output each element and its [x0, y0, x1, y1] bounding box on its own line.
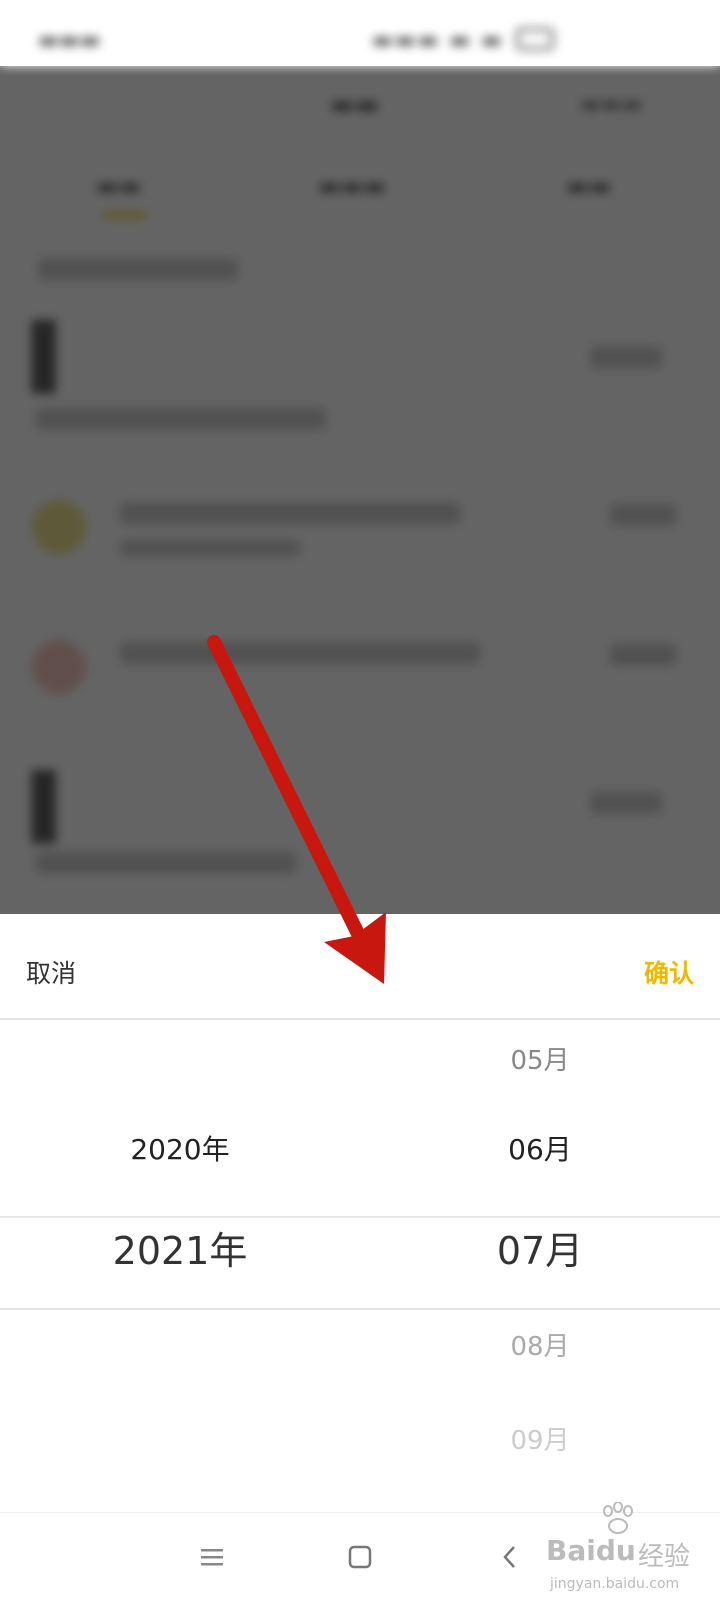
home-icon[interactable] — [338, 1535, 382, 1579]
month-option-selected[interactable]: 07月 — [360, 1220, 720, 1275]
year-option[interactable]: 2020年 — [0, 1128, 360, 1168]
watermark-url: jingyan.baidu.com — [550, 1576, 680, 1592]
watermark-brand-cn: 经验 — [638, 1542, 691, 1572]
status-time: ▬▬▬ — [38, 28, 101, 53]
year-option-selected[interactable]: 2021年 — [0, 1220, 360, 1275]
cancel-button[interactable]: 取消 — [26, 954, 76, 990]
status-bar: ▬▬▬ ▬▬▬ ▬ ▬ — [0, 0, 720, 66]
month-option[interactable]: 08月 — [360, 1326, 720, 1363]
watermark-brand: Baidu — [546, 1534, 636, 1567]
battery-icon — [516, 28, 554, 50]
year-month-picker[interactable]: 2020年 2021年 05月 06月 07月 08月 09月 — [0, 1020, 720, 1500]
menu-icon[interactable] — [190, 1535, 234, 1579]
date-picker-sheet: 取消 确认 2020年 2021年 05月 06月 07月 08月 09月 — [0, 914, 720, 1514]
month-column[interactable]: 05月 06月 07月 08月 09月 — [360, 1020, 720, 1500]
sheet-header: 取消 确认 — [0, 914, 720, 1020]
confirm-button[interactable]: 确认 — [644, 954, 694, 990]
status-icons: ▬▬▬ ▬ ▬ — [372, 28, 504, 53]
back-icon[interactable] — [488, 1535, 532, 1579]
paw-icon — [603, 1502, 633, 1534]
month-option[interactable]: 09月 — [360, 1420, 720, 1457]
month-option[interactable]: 06月 — [360, 1128, 720, 1168]
month-option[interactable]: 05月 — [360, 1040, 720, 1077]
screen: ▬▬ ▬▬▬ ▬▬ ▬▬▬ ▬▬ ▌ ▌ ▬▬▬ ▬▬▬ ▬ ▬ 取消 确认 — [0, 0, 720, 1600]
dim-overlay[interactable] — [0, 66, 720, 914]
baidu-watermark: Baidu 经验 jingyan.baidu.com — [546, 1502, 720, 1600]
year-column[interactable]: 2020年 2021年 — [0, 1020, 360, 1500]
